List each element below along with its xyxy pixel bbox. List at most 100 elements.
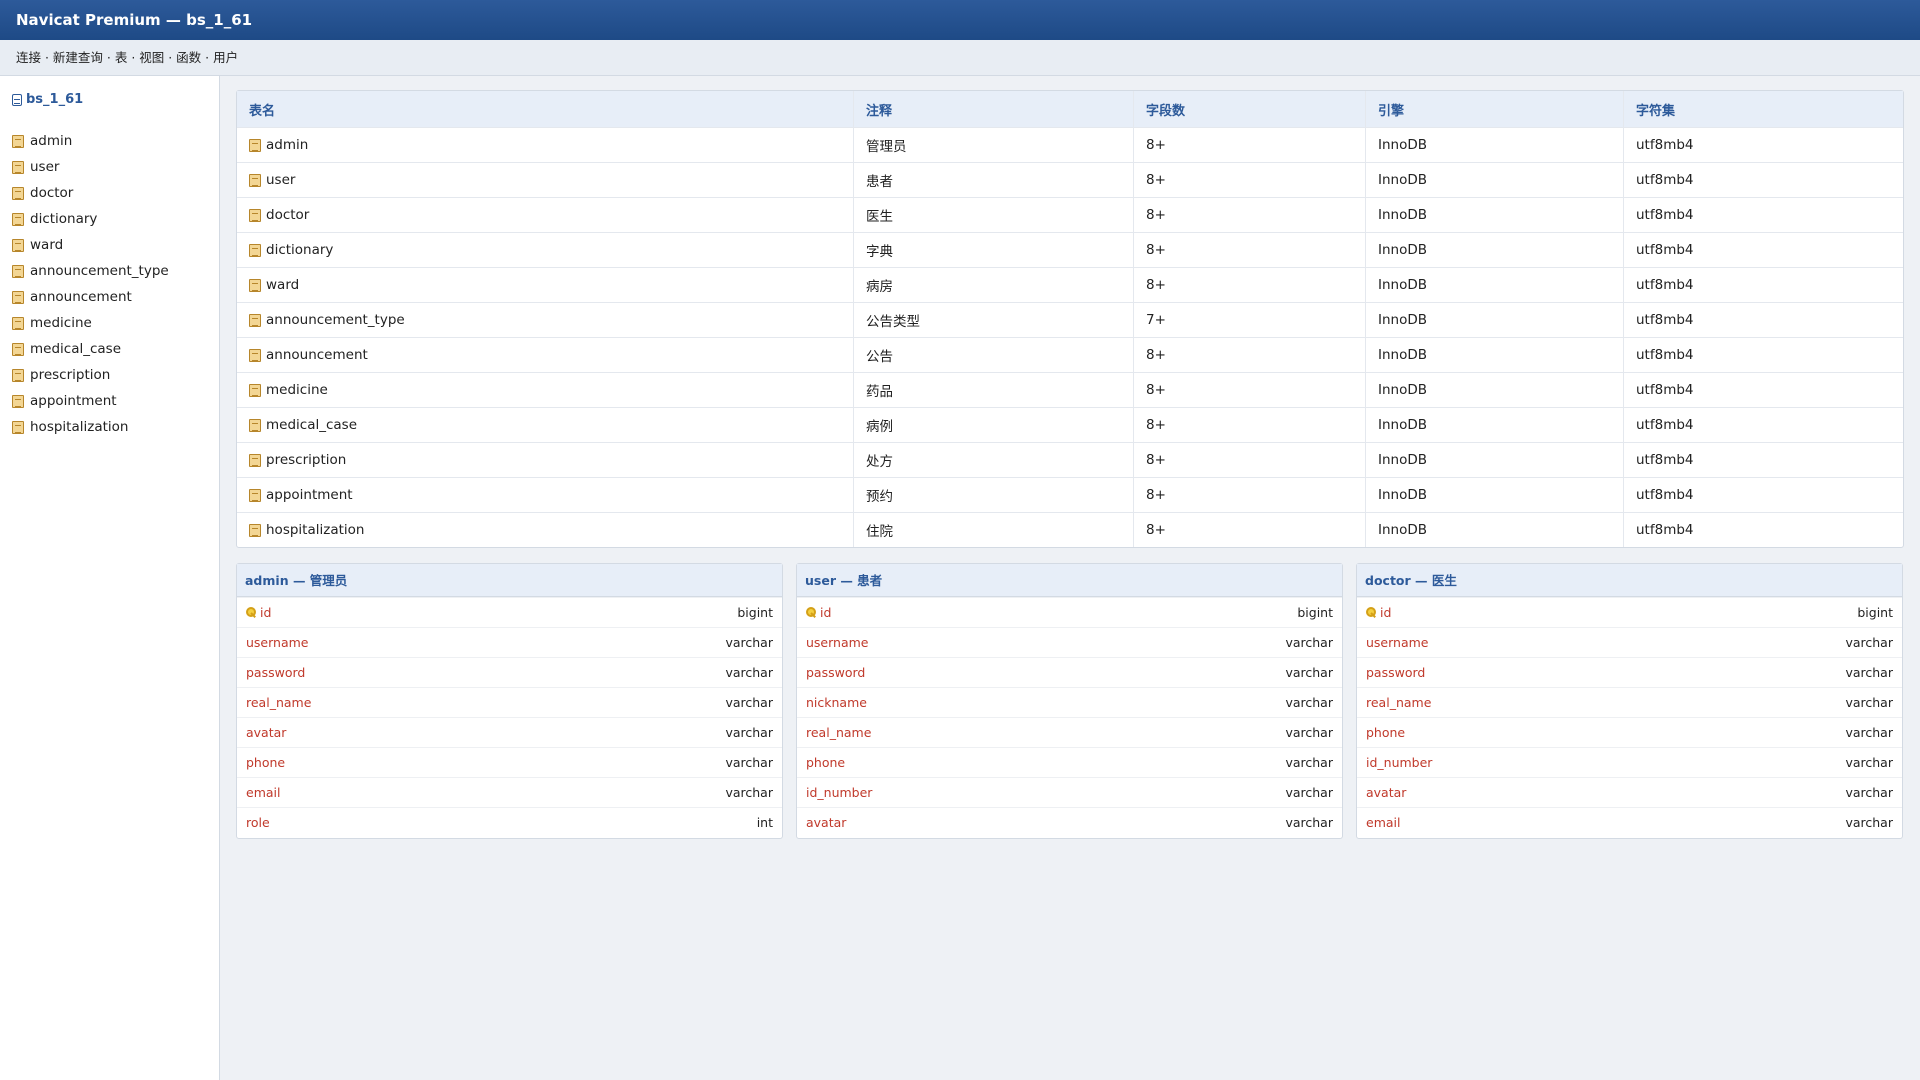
field-row[interactable]: password varchar xyxy=(1357,657,1902,687)
table-row[interactable]: admin 管理员 8+ InnoDB utf8mb4 xyxy=(237,127,1903,162)
table-cell: prescription xyxy=(237,443,853,477)
table-row[interactable]: prescription 处方 8+ InnoDB utf8mb4 xyxy=(237,442,1903,477)
cell-text: InnoDB xyxy=(1378,242,1428,258)
field-row[interactable]: username varchar xyxy=(1357,627,1902,657)
table-row[interactable]: announcement_type 公告类型 7+ InnoDB utf8mb4 xyxy=(237,302,1903,337)
field-row[interactable]: email varchar xyxy=(1357,807,1902,837)
title-bar: Navicat Premium — bs_1_61 xyxy=(0,0,1920,40)
field-row[interactable]: avatar varchar xyxy=(1357,777,1902,807)
sidebar-item-admin[interactable]: admin xyxy=(12,128,169,154)
table-icon xyxy=(249,208,261,222)
sidebar-item-hospitalization[interactable]: hospitalization xyxy=(12,414,169,440)
table-row[interactable]: user 患者 8+ InnoDB utf8mb4 xyxy=(237,162,1903,197)
field-row[interactable]: avatar varchar xyxy=(237,717,782,747)
cell-text: InnoDB xyxy=(1378,347,1428,363)
field-type: varchar xyxy=(725,725,773,740)
field-row[interactable]: real_name varchar xyxy=(797,717,1342,747)
database-icon xyxy=(12,93,22,106)
field-type: varchar xyxy=(1845,695,1893,710)
field-row[interactable]: username varchar xyxy=(237,627,782,657)
sidebar-item-user[interactable]: user xyxy=(12,154,169,180)
table-row[interactable]: announcement 公告 8+ InnoDB utf8mb4 xyxy=(237,337,1903,372)
table-cell: medical_case xyxy=(237,408,853,442)
table-cell: utf8mb4 xyxy=(1623,268,1903,302)
table-icon xyxy=(249,488,261,502)
cell-text: InnoDB xyxy=(1378,277,1428,293)
field-row[interactable]: password varchar xyxy=(797,657,1342,687)
table-cell: 公告类型 xyxy=(853,303,1133,337)
menu-items[interactable]: 连接 · 新建查询 · 表 · 视图 · 函数 · 用户 xyxy=(16,50,238,65)
cell-text: InnoDB xyxy=(1378,487,1428,503)
table-cell: 8+ xyxy=(1133,128,1365,162)
sidebar-item-medical_case[interactable]: medical_case xyxy=(12,336,169,362)
table-row[interactable]: ward 病房 8+ InnoDB utf8mb4 xyxy=(237,267,1903,302)
sidebar-item-medicine[interactable]: medicine xyxy=(12,310,169,336)
column-header[interactable]: 注释 xyxy=(853,91,1133,127)
field-row[interactable]: real_name varchar xyxy=(1357,687,1902,717)
table-cell: 处方 xyxy=(853,443,1133,477)
sidebar-item-prescription[interactable]: prescription xyxy=(12,362,169,388)
field-row[interactable]: password varchar xyxy=(237,657,782,687)
table-icon xyxy=(12,264,24,278)
field-row[interactable]: phone varchar xyxy=(1357,717,1902,747)
table-cell: InnoDB xyxy=(1365,373,1623,407)
cell-text: medicine xyxy=(266,382,328,398)
column-header[interactable]: 字段数 xyxy=(1133,91,1365,127)
cell-text: 公告类型 xyxy=(866,314,920,330)
field-row[interactable]: real_name varchar xyxy=(237,687,782,717)
cell-text: InnoDB xyxy=(1378,382,1428,398)
table-row[interactable]: appointment 预约 8+ InnoDB utf8mb4 xyxy=(237,477,1903,512)
field-type: varchar xyxy=(725,665,773,680)
field-row[interactable]: phone varchar xyxy=(797,747,1342,777)
column-header[interactable]: 引擎 xyxy=(1365,91,1623,127)
sidebar-database[interactable]: bs_1_61 xyxy=(12,92,83,107)
sidebar-item-label: hospitalization xyxy=(30,419,129,435)
table-row[interactable]: doctor 医生 8+ InnoDB utf8mb4 xyxy=(237,197,1903,232)
cell-text: dictionary xyxy=(266,242,334,258)
cell-text: announcement xyxy=(266,347,368,363)
sidebar-item-label: medical_case xyxy=(30,341,122,357)
table-icon xyxy=(249,453,261,467)
sidebar-item-label: medicine xyxy=(30,315,92,331)
table-row[interactable]: hospitalization 住院 8+ InnoDB utf8mb4 xyxy=(237,512,1903,547)
sidebar-item-doctor[interactable]: doctor xyxy=(12,180,169,206)
field-name-text: real_name xyxy=(806,725,872,740)
field-row[interactable]: id bigint xyxy=(1357,597,1902,627)
sidebar-item-announcement[interactable]: announcement xyxy=(12,284,169,310)
cell-text: 8+ xyxy=(1146,452,1166,468)
table-cell: user xyxy=(237,163,853,197)
field-row[interactable]: phone varchar xyxy=(237,747,782,777)
table-cell: utf8mb4 xyxy=(1623,478,1903,512)
field-row[interactable]: id bigint xyxy=(797,597,1342,627)
table-icon xyxy=(12,394,24,408)
cell-text: utf8mb4 xyxy=(1636,277,1694,293)
cell-text: user xyxy=(266,172,296,188)
table-cell: 8+ xyxy=(1133,513,1365,547)
sidebar-item-label: user xyxy=(30,159,60,175)
table-row[interactable]: medical_case 病例 8+ InnoDB utf8mb4 xyxy=(237,407,1903,442)
field-row[interactable]: id_number varchar xyxy=(1357,747,1902,777)
table-row[interactable]: dictionary 字典 8+ InnoDB utf8mb4 xyxy=(237,232,1903,267)
sidebar-item-announcement_type[interactable]: announcement_type xyxy=(12,258,169,284)
field-name: username xyxy=(1366,635,1429,650)
field-row[interactable]: role int xyxy=(237,807,782,837)
menu-bar[interactable]: 连接 · 新建查询 · 表 · 视图 · 函数 · 用户 xyxy=(0,40,1920,76)
field-name-text: id xyxy=(260,605,272,620)
field-type: varchar xyxy=(725,785,773,800)
field-row[interactable]: avatar varchar xyxy=(797,807,1342,837)
field-row[interactable]: email varchar xyxy=(237,777,782,807)
cell-text: 7+ xyxy=(1146,312,1166,328)
field-row[interactable]: id_number varchar xyxy=(797,777,1342,807)
table-icon xyxy=(12,186,24,200)
field-type: varchar xyxy=(725,635,773,650)
sidebar-item-dictionary[interactable]: dictionary xyxy=(12,206,169,232)
table-row[interactable]: medicine 药品 8+ InnoDB utf8mb4 xyxy=(237,372,1903,407)
field-row[interactable]: nickname varchar xyxy=(797,687,1342,717)
column-header[interactable]: 字符集 xyxy=(1623,91,1903,127)
sidebar-item-appointment[interactable]: appointment xyxy=(12,388,169,414)
sidebar-item-ward[interactable]: ward xyxy=(12,232,169,258)
table-cell: utf8mb4 xyxy=(1623,303,1903,337)
column-header[interactable]: 表名 xyxy=(237,91,853,127)
field-row[interactable]: id bigint xyxy=(237,597,782,627)
field-row[interactable]: username varchar xyxy=(797,627,1342,657)
